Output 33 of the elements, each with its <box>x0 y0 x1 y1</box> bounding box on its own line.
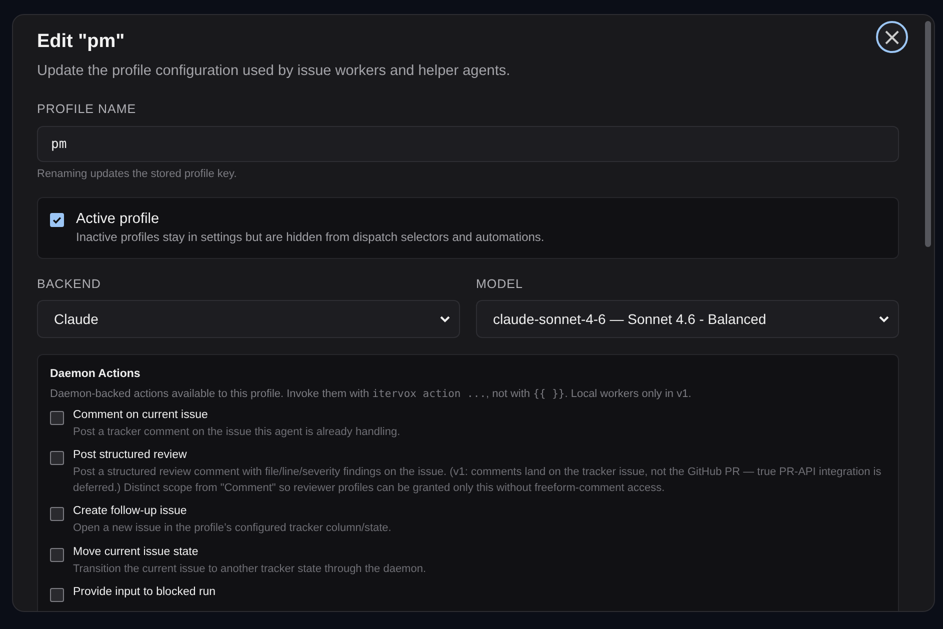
field-hint: Renaming updates the stored profile key. <box>37 168 237 180</box>
field-label: MODEL <box>476 277 523 291</box>
checkbox-label: Provide input to blocked run <box>73 586 216 598</box>
checkbox[interactable] <box>50 548 64 562</box>
section-title: Daemon Actions <box>50 368 140 380</box>
section-description: Daemon-backed actions available to this profile. Invoke them with itervox action ..., not with {{ }}. Local workers only in v1. <box>50 388 692 400</box>
checkbox-label: Create follow-up issue <box>73 505 187 518</box>
checkbox[interactable] <box>50 507 64 522</box>
dialog-subtitle: Update the profile configuration used by issue workers and helper agents. <box>37 63 510 79</box>
field-label: BACKEND <box>37 277 101 291</box>
dialog-title: Edit "pm" <box>37 31 125 53</box>
select-value: claude-sonnet-4-6 — Sonnet 4.6 - Balanced <box>493 311 766 327</box>
checkbox[interactable] <box>50 588 64 602</box>
checkbox-label: Active profile <box>76 211 160 227</box>
checkbox-description: Inactive profiles stay in settings but are hidden from dispatch selectors and automations. <box>76 230 544 244</box>
scrollbar[interactable] <box>925 21 931 247</box>
select-field[interactable]: Claude <box>37 300 460 338</box>
checkbox[interactable] <box>50 213 64 227</box>
checkbox-description: Open a new issue in the profile’s configured tracker column/state. <box>73 521 392 536</box>
field-label: PROFILE NAME <box>37 102 136 116</box>
checkmark-icon <box>51 214 63 226</box>
checkbox-description: Transition the current issue to another tracker state through the daemon. <box>73 562 426 577</box>
select-field[interactable]: claude-sonnet-4-6 — Sonnet 4.6 - Balanced <box>476 300 899 338</box>
input-field[interactable]: pm <box>37 126 899 162</box>
checkbox-label: Move current issue state <box>73 546 198 558</box>
checkbox-description: Post a structured review comment with file/line/severity findings on the issue. (v1: comments land on the tracker issue, not the GitHub PR — true PR-API integration is deferred.) Distinct scope from "Comment" so reviewer profiles can be granted only this without freeform-comment access. <box>73 465 882 496</box>
checkbox-label: Post structured review <box>73 449 187 462</box>
select-value: Claude <box>54 311 98 327</box>
checkbox[interactable] <box>50 451 64 466</box>
close-button[interactable]: × <box>876 21 908 53</box>
checkbox[interactable] <box>50 411 64 425</box>
checkbox-label: Comment on current issue <box>73 409 208 421</box>
checkbox-description: Post a tracker comment on the issue this agent is already handling. <box>73 425 400 440</box>
